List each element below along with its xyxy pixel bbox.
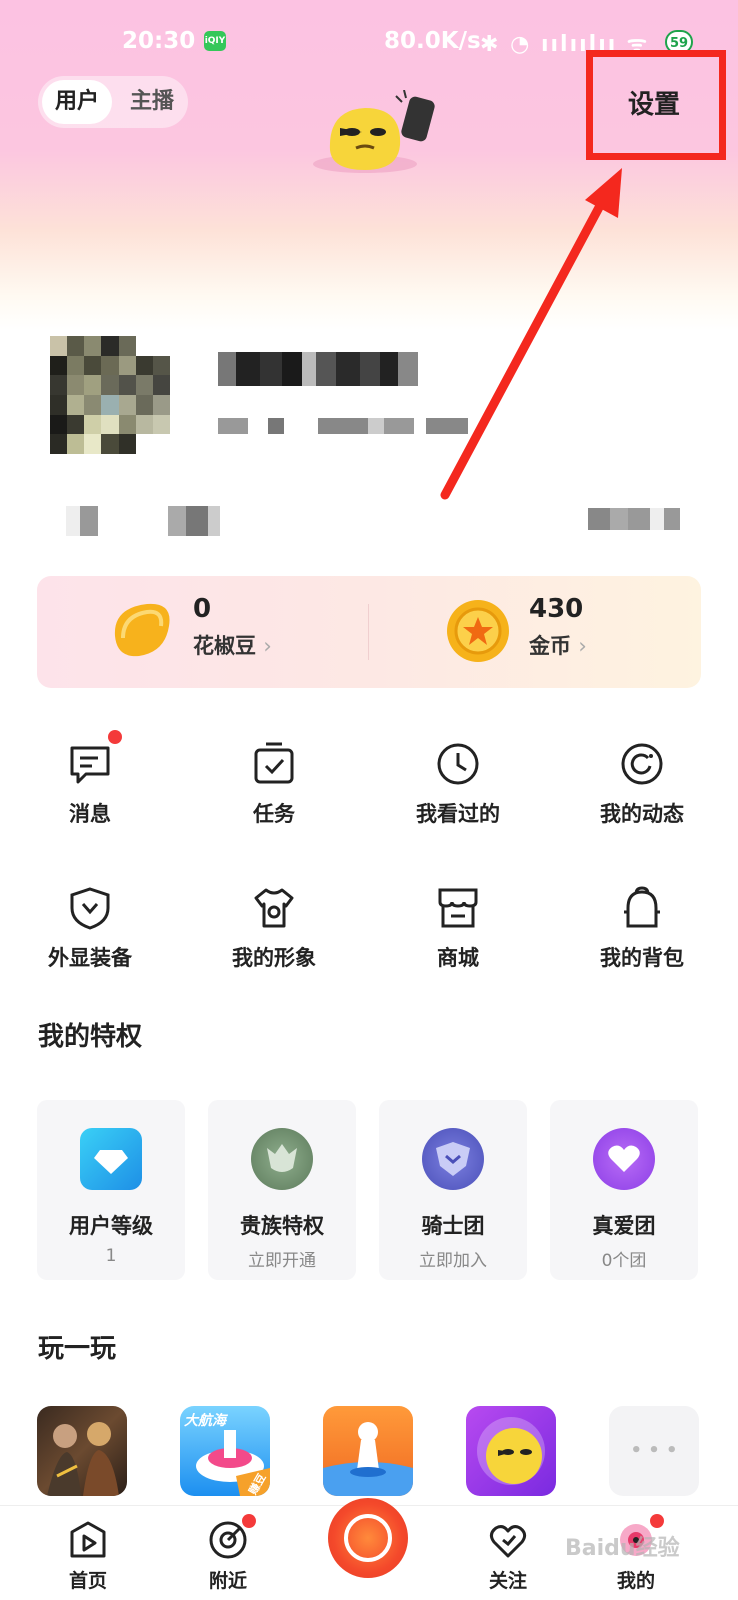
quick-action-avatar[interactable]: 我的形象: [194, 886, 354, 972]
quick-action-label: 我的背包: [600, 946, 684, 970]
privilege-name: 用户等级: [69, 1214, 153, 1238]
coins-value: 430: [529, 594, 584, 624]
game-chess-icon: [323, 1422, 413, 1496]
quick-action-label: 我的动态: [600, 802, 684, 826]
status-time: 20:30: [122, 28, 196, 54]
privilege-name: 骑士团: [421, 1214, 485, 1238]
privilege-user-level[interactable]: 用户等级 1: [37, 1100, 185, 1280]
backpack-icon: [620, 886, 664, 930]
quick-action-backpack[interactable]: 我的背包: [562, 886, 722, 972]
nav-label: 关注: [488, 1570, 527, 1592]
nav-label: 附近: [208, 1570, 247, 1592]
nav-home[interactable]: 首页: [38, 1520, 138, 1593]
heart-icon: [593, 1128, 655, 1190]
wallet-card: 0 花椒豆 › 430 金币 ›: [37, 576, 701, 688]
privileges-title: 我的特权: [38, 1022, 143, 1052]
quick-action-label: 任务: [253, 802, 295, 826]
quick-action-label: 我看过的: [416, 802, 500, 826]
privilege-knights[interactable]: 骑士团 立即加入: [379, 1100, 527, 1280]
wallet-divider: [368, 604, 369, 660]
quick-action-tasks[interactable]: 任务: [194, 742, 354, 828]
notification-badge: [650, 1514, 664, 1528]
task-icon: [252, 742, 296, 786]
privilege-sub: 1: [105, 1246, 117, 1266]
knight-icon: [422, 1128, 484, 1190]
watermark: Baidu经验: [565, 1536, 680, 1561]
live-camera-icon: [344, 1514, 392, 1562]
home-play-icon: [68, 1520, 108, 1560]
message-icon: [68, 730, 122, 786]
role-host-tab[interactable]: 主播: [120, 80, 184, 124]
quick-action-equipment[interactable]: 外显装备: [10, 886, 170, 972]
user-id-redacted: [218, 418, 468, 434]
privilege-name: 真爱团: [592, 1214, 656, 1238]
game-warriors-icon: [47, 1422, 119, 1496]
more-games-button[interactable]: • • •: [609, 1406, 699, 1496]
username-redacted: [218, 352, 418, 386]
user-profile-link-redacted[interactable]: [588, 508, 688, 530]
live-camera-button[interactable]: [328, 1498, 408, 1578]
privilege-sub: 立即开通: [248, 1251, 316, 1271]
games-title: 玩一玩: [38, 1334, 117, 1364]
beans-value: 0: [193, 594, 212, 624]
quick-action-label: 商城: [437, 946, 479, 970]
privilege-noble[interactable]: 贵族特权 立即开通: [208, 1100, 356, 1280]
game-chess-tile[interactable]: [323, 1406, 413, 1496]
notification-badge: [108, 730, 122, 744]
role-user-tab[interactable]: 用户: [42, 80, 112, 124]
clock-icon: [436, 742, 480, 786]
notification-badge: [242, 1514, 256, 1528]
chevron-right-icon: ›: [263, 634, 272, 658]
coins-entry[interactable]: 430 金币 ›: [529, 594, 587, 660]
heart-follow-icon: [488, 1520, 528, 1560]
privilege-name: 贵族特权: [240, 1214, 324, 1238]
nav-nearby[interactable]: 附近: [178, 1514, 278, 1593]
beans-entry[interactable]: 0 花椒豆 ›: [193, 594, 272, 660]
diamond-icon: [80, 1128, 142, 1190]
coins-label: 金币: [529, 634, 571, 658]
game-voyage-label: 大航海: [184, 1413, 226, 1429]
mascot-icon: [313, 90, 435, 173]
nav-label: 首页: [68, 1570, 107, 1592]
quick-action-messages[interactable]: 消息: [10, 730, 170, 828]
noble-icon: [251, 1128, 313, 1190]
quick-action-moments[interactable]: 我的动态: [562, 742, 722, 828]
quick-action-label: 消息: [69, 802, 111, 826]
avatar[interactable]: [50, 336, 170, 454]
shirt-icon: [252, 886, 296, 930]
privilege-true-love[interactable]: 真爱团 0个团: [550, 1100, 698, 1280]
privilege-sub: 立即加入: [419, 1251, 487, 1271]
privilege-sub: 0个团: [601, 1251, 647, 1271]
nearby-icon: [208, 1514, 256, 1560]
iqiyi-icon: iQIY: [204, 31, 226, 51]
chevron-right-icon: ›: [578, 634, 587, 658]
quick-action-shop[interactable]: 商城: [378, 886, 538, 972]
shop-icon: [436, 886, 480, 930]
settings-highlight-box: [586, 50, 726, 160]
game-warriors-tile[interactable]: [37, 1406, 127, 1496]
nav-label: 我的: [616, 1570, 655, 1592]
network-speed: 80.0K/s: [384, 28, 481, 54]
beans-label: 花椒豆: [193, 634, 256, 658]
role-toggle[interactable]: 用户 主播: [38, 76, 188, 128]
quick-action-history[interactable]: 我看过的: [378, 742, 538, 828]
game-mascot-icon: [477, 1417, 545, 1485]
quick-action-label: 外显装备: [48, 946, 132, 970]
more-icon: • • •: [630, 1440, 678, 1461]
game-mascot-tile[interactable]: [466, 1406, 556, 1496]
coin-icon: [447, 600, 509, 662]
bean-icon: [114, 603, 170, 657]
game-voyage-tile[interactable]: 大航海 赚豆: [180, 1406, 270, 1496]
shield-icon: [68, 886, 112, 930]
nav-follow[interactable]: 关注: [458, 1520, 558, 1593]
user-stats-redacted: [66, 506, 236, 536]
quick-action-label: 我的形象: [232, 946, 316, 970]
moments-icon: [620, 742, 664, 786]
